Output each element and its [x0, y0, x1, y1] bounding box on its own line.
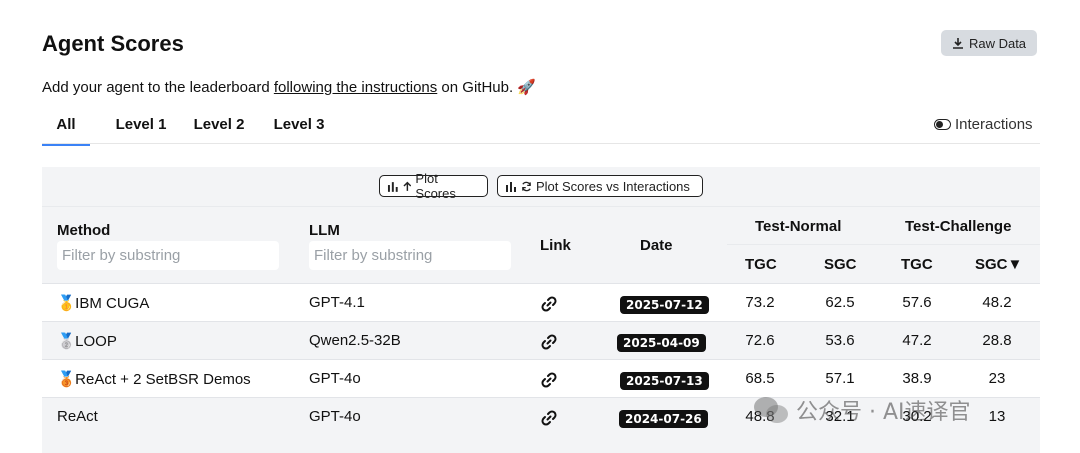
plot-scores-vs-interactions-button[interactable]: Plot Scores vs Interactions — [497, 175, 703, 197]
wechat-icon — [754, 397, 788, 423]
llm-cell: Qwen2.5-32B — [309, 332, 401, 349]
link-icon[interactable] — [540, 333, 558, 351]
tab-level-2[interactable]: Level 2 — [188, 114, 250, 144]
subtitle-suffix: on GitHub. 🚀 — [437, 79, 536, 96]
sgc-challenge-cell: 23 — [988, 370, 1006, 387]
method-filter-input[interactable] — [57, 241, 279, 270]
sgc-normal-cell: 62.5 — [825, 294, 855, 311]
column-header-sgc-normal[interactable]: SGC — [824, 256, 857, 273]
plot-scores-label: Plot Scores — [415, 171, 456, 201]
tabs-divider — [42, 143, 1040, 144]
column-header-sgc-challenge-sorted[interactable]: SGC▼ — [975, 256, 1022, 273]
method-name: IBM CUGA — [75, 295, 150, 312]
date-badge: 2024-07-26 — [619, 410, 708, 428]
column-header-tgc-normal[interactable]: TGC — [745, 256, 777, 273]
date-badge: 2025-07-13 — [620, 372, 709, 390]
gold-medal-icon: 🥇 — [57, 295, 76, 312]
tgc-normal-cell: 72.6 — [745, 332, 775, 349]
tgc-normal-cell: 68.5 — [745, 370, 775, 387]
column-group-test-normal: Test-Normal — [755, 218, 842, 235]
watermark-text: 公众号 · AI速译官 — [796, 400, 971, 425]
sgc-normal-cell: 53.6 — [825, 332, 855, 349]
link-icon[interactable] — [540, 295, 558, 313]
llm-filter-input[interactable] — [309, 241, 511, 270]
toolbar-divider — [42, 206, 1040, 207]
column-group-test-challenge: Test-Challenge — [905, 218, 1012, 235]
sgc-challenge-cell: 13 — [988, 408, 1006, 425]
method-name: LOOP — [75, 333, 117, 350]
silver-medal-icon: 🥈 — [57, 333, 76, 350]
tab-all[interactable]: All — [42, 114, 90, 146]
link-icon[interactable] — [540, 409, 558, 427]
llm-cell: GPT-4o — [309, 408, 361, 425]
bar-chart-icon — [387, 181, 398, 192]
watermark: 公众号 · AI速译官 — [752, 394, 971, 426]
tab-level-3[interactable]: Level 3 — [268, 114, 330, 144]
interactions-toggle[interactable]: Interactions — [934, 116, 1033, 133]
tgc-challenge-cell: 57.6 — [902, 294, 932, 311]
arrow-up-icon — [403, 181, 411, 191]
page-title: Agent Scores — [42, 31, 184, 56]
sgc-challenge-cell: 28.8 — [982, 332, 1012, 349]
column-header-date[interactable]: Date — [640, 237, 673, 254]
column-header-link[interactable]: Link — [540, 237, 571, 254]
tgc-challenge-cell: 38.9 — [902, 370, 932, 387]
tab-level-1[interactable]: Level 1 — [110, 114, 172, 144]
method-cell: 🥈 LOOP — [57, 332, 117, 350]
date-badge: 2025-07-12 — [620, 296, 709, 314]
instructions-link[interactable]: following the instructions — [274, 79, 437, 96]
subtitle: Add your agent to the leaderboard follow… — [42, 78, 536, 96]
plot-scores-button[interactable]: Plot Scores — [379, 171, 488, 201]
table-row: 🥇 IBM CUGA GPT-4.1 2025-07-12 73.2 62.5 … — [42, 284, 1040, 322]
column-header-method[interactable]: Method — [57, 222, 110, 239]
group-divider — [727, 244, 1040, 245]
raw-data-button[interactable]: Raw Data — [941, 30, 1037, 56]
tgc-normal-cell: 73.2 — [745, 294, 775, 311]
level-tabs: All Level 1 Level 2 Level 3 — [42, 114, 330, 146]
tgc-challenge-cell: 47.2 — [902, 332, 932, 349]
plot-vs-interactions-label: Plot Scores vs Interactions — [536, 178, 690, 194]
sgc-normal-cell: 57.1 — [825, 370, 855, 387]
link-icon[interactable] — [540, 371, 558, 389]
method-cell: 🥇 IBM CUGA — [57, 294, 149, 312]
subtitle-prefix: Add your agent to the leaderboard — [42, 79, 274, 96]
table-row: 🥉 ReAct + 2 SetBSR Demos GPT-4o 2025-07-… — [42, 360, 1040, 398]
column-header-llm[interactable]: LLM — [309, 222, 340, 239]
interactions-label: Interactions — [955, 116, 1033, 133]
download-icon — [952, 38, 963, 49]
llm-cell: GPT-4o — [309, 370, 361, 387]
bar-chart-icon — [506, 181, 516, 192]
toggle-switch-icon — [934, 119, 951, 130]
method-cell: ReAct — [57, 408, 98, 425]
sgc-challenge-cell: 48.2 — [982, 294, 1012, 311]
table-row: 🥈 LOOP Qwen2.5-32B 2025-04-09 72.6 53.6 … — [42, 322, 1040, 360]
method-name: ReAct + 2 SetBSR Demos — [75, 371, 251, 388]
method-cell: 🥉 ReAct + 2 SetBSR Demos — [57, 370, 251, 388]
column-header-tgc-challenge[interactable]: TGC — [901, 256, 933, 273]
llm-cell: GPT-4.1 — [309, 294, 365, 311]
date-badge: 2025-04-09 — [617, 334, 706, 352]
refresh-icon — [522, 181, 531, 191]
raw-data-label: Raw Data — [968, 35, 1027, 51]
bronze-medal-icon: 🥉 — [57, 371, 76, 388]
